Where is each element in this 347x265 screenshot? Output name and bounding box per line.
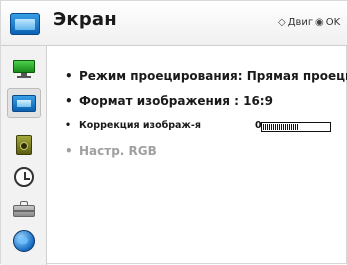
keystone-slider-fill — [263, 124, 299, 130]
menu-item-aspect-ratio[interactable]: • Формат изображения : 16:9 — [65, 94, 273, 108]
globe-icon — [13, 230, 35, 252]
page-title: Экран — [53, 9, 117, 30]
category-sidebar — [1, 46, 47, 265]
settings-window: Экран ◇ Двиг ◉ OK • Режим проецирования: Пр — [0, 0, 347, 265]
ok-circle-icon: ◉ — [315, 17, 324, 28]
hint-ok-label: OK — [325, 17, 341, 28]
menu-item-keystone[interactable]: • Коррекция изображ-я — [65, 120, 201, 131]
sidebar-item-time[interactable] — [7, 162, 41, 192]
navigation-hint: ◇ Двиг — [278, 17, 313, 28]
hint-move-label: Двиг — [287, 17, 314, 28]
keystone-slider[interactable] — [261, 122, 331, 132]
ok-hint: ◉ OK — [315, 17, 340, 28]
sidebar-item-display[interactable] — [7, 54, 41, 84]
sidebar-item-sound[interactable] — [7, 130, 41, 160]
dpad-icon: ◇ — [278, 17, 286, 28]
picture-menu-icon — [10, 13, 40, 35]
sidebar-item-options[interactable] — [7, 194, 41, 224]
screen-icon — [12, 94, 36, 112]
monitor-icon — [13, 60, 35, 78]
sidebar-item-network[interactable] — [7, 226, 41, 256]
clock-icon — [14, 167, 34, 187]
briefcase-icon — [13, 201, 35, 217]
menu-header: Экран ◇ Двиг ◉ OK — [1, 1, 347, 46]
sidebar-item-picture[interactable] — [7, 88, 41, 118]
speaker-icon — [16, 135, 32, 155]
menu-item-projection-mode[interactable]: • Режим проецирования: Прямая проеция — [65, 69, 347, 83]
menu-content: • Режим проецирования: Прямая проеция • Фо… — [47, 46, 347, 265]
menu-item-rgb-settings[interactable]: • Настр. RGB — [65, 144, 157, 158]
